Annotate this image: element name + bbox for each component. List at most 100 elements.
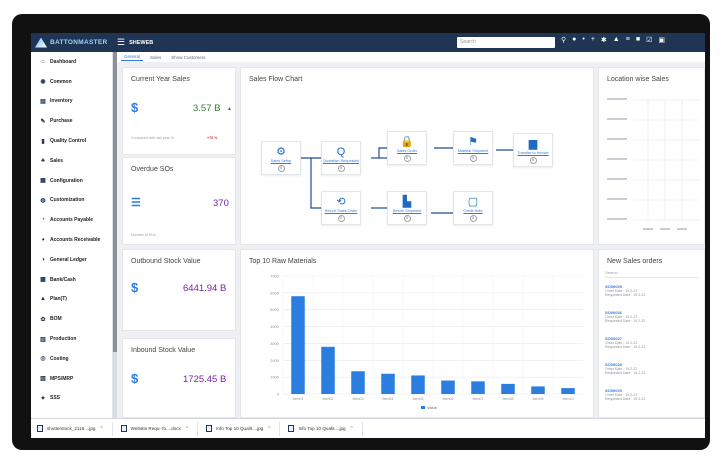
card-title: Top 10 Raw Materials xyxy=(249,258,317,265)
chevron-up-icon[interactable]: ⌃ xyxy=(185,426,189,432)
flow-node-credit-note[interactable]: ▢ Credit Note 0 xyxy=(453,191,493,225)
configuration-icon: ▦ xyxy=(40,178,46,185)
sidebar-item-accounts-payable[interactable]: ◔ Accounts Payable xyxy=(31,210,112,230)
sidebar-item-plan-t-[interactable]: ▲ Plan(T) xyxy=(31,290,112,310)
sidebar-item-configuration[interactable]: ▦ Configuration xyxy=(31,171,112,191)
flow-node-return-sales-order[interactable]: ⟲ Return Sales Order 0 xyxy=(321,191,361,225)
flow-node-label[interactable]: Sales Setup xyxy=(271,159,291,164)
flow-node-label[interactable]: Sales Order xyxy=(397,149,417,154)
sidebar-item-common[interactable]: ◉ Common xyxy=(31,72,112,92)
bank-icon: ▩ xyxy=(40,277,46,284)
home-icon: ⌂ xyxy=(41,58,45,65)
sidebar-item-purchase[interactable]: ✎ Purchase xyxy=(31,111,112,131)
sidebar-item-bank-cash[interactable]: ▩ Bank/Cash xyxy=(31,270,112,290)
chat-icon[interactable]: ■ xyxy=(636,36,640,44)
sidebar-item-sss[interactable]: ✦ SSS xyxy=(31,389,112,409)
sidebar-item-dashboard[interactable]: ⌂ Dashboard xyxy=(31,52,112,72)
sidebar-item-sales[interactable]: ♣ Sales xyxy=(31,151,112,171)
flow-node-label[interactable]: Credit Note xyxy=(463,209,482,214)
download-item[interactable]: Website Requ- fo....docx ⌃ xyxy=(120,421,199,436)
sidebar-item-customization[interactable]: ◍ Customization xyxy=(31,191,112,211)
save-icon[interactable]: ▣ xyxy=(658,36,665,44)
legend-swatch xyxy=(421,406,425,409)
list-item[interactable]: SO00025 Order Date : 19-2-22 Requested Dat… xyxy=(605,284,659,297)
tab-sales[interactable]: Sales xyxy=(147,54,164,61)
sidebar-item-label: Accounts Receivable xyxy=(50,237,101,244)
inbound-stock-card: Inbound Stock Value $ 1725.45 B xyxy=(122,338,236,418)
truck-icon: ▙ xyxy=(402,196,412,208)
sidebar-scrollbar[interactable] xyxy=(113,52,117,418)
dollar-icon: $ xyxy=(131,371,139,386)
flow-node-label[interactable]: Return Sales Order xyxy=(325,209,358,214)
sidebar-item-mps-mrp[interactable]: ▧ MPS/MRP xyxy=(31,369,112,389)
x-tick-label: Item10 xyxy=(563,397,574,401)
sidebar-item-general-ledger[interactable]: ◑ General Ledger xyxy=(31,250,112,270)
plus-icon[interactable]: + xyxy=(591,36,595,44)
sidebar-item-label: BOM xyxy=(50,316,62,323)
flow-node-sales-order[interactable]: 🔒 Sales Order 0 xyxy=(387,131,427,165)
chevron-up-icon[interactable]: ⌃ xyxy=(267,426,271,432)
quality-icon: ▮ xyxy=(41,138,45,145)
download-filename: Website Requ- fo....docx xyxy=(130,426,181,431)
globe-icon: ◉ xyxy=(40,79,46,86)
flow-node-transfer-to-invoice[interactable]: ▆ Transfer to Invoice 0 xyxy=(513,133,553,167)
orders-search-input[interactable]: Search xyxy=(605,270,699,278)
sidebar-item-label: Common xyxy=(50,78,72,85)
y-tick-label: 3000 xyxy=(270,341,280,346)
chevron-up-icon[interactable]: ⌃ xyxy=(99,426,103,432)
download-item[interactable]: shutterstock_2116....jpg ⌃ xyxy=(37,421,113,436)
sidebar-item-accounts-receivable[interactable]: ◕ Accounts Receivable xyxy=(31,230,112,250)
sidebar-item-bom[interactable]: ✿ BOM xyxy=(31,309,112,329)
flow-node-count: 0 xyxy=(337,214,345,222)
y-tick-label: 2000 xyxy=(270,358,280,363)
flow-node-material-shipment[interactable]: ⚑ Material Shipment 0 xyxy=(453,131,493,165)
new-sales-orders-card: New Sales orders Search SO00025 Order Dat… xyxy=(598,249,705,418)
dollar-icon: $ xyxy=(131,100,139,115)
flow-node-label[interactable]: Transfer to Invoice xyxy=(517,151,548,156)
card-title: Outbound Stock Value xyxy=(131,258,201,265)
bom-icon: ✿ xyxy=(40,316,46,323)
download-item[interactable]: Info Top 10 Qualit....jpg ⌃ xyxy=(288,421,363,436)
dot-icon[interactable]: • xyxy=(582,36,584,44)
customization-icon: ◍ xyxy=(40,197,46,204)
tab-general[interactable]: General xyxy=(121,53,144,61)
sidebar-item-label: Purchase xyxy=(50,118,73,125)
info-icon[interactable]: ● xyxy=(572,36,576,44)
sidebar-item-inventory[interactable]: ▤ Inventory xyxy=(31,92,112,112)
search-input[interactable]: Search xyxy=(457,37,555,48)
bar-item04 xyxy=(381,373,395,394)
menu-icon[interactable]: ☰ xyxy=(117,37,125,48)
tab-show-customers[interactable]: Show Customers xyxy=(168,54,208,61)
sidebar-item-label: MPS/MRP xyxy=(50,375,74,382)
chevron-up-icon[interactable]: ⌃ xyxy=(350,426,354,432)
outbound-stock-card: Outbound Stock Value $ 6441.94 B xyxy=(122,249,236,331)
list-item[interactable]: SO00027 Order Date : 19-2-22 Requested Dat… xyxy=(605,336,659,349)
check-icon[interactable]: ☑ xyxy=(646,36,652,44)
flow-node-sales-setup[interactable]: ⚙ Sales Setup 0 xyxy=(261,141,301,175)
download-item[interactable]: Info Top 10 Qualit....jpg ⌃ xyxy=(206,421,281,436)
list-item[interactable]: SO00028 Order Date : 19-2-22 Requested Dat… xyxy=(605,362,659,375)
flow-node-label[interactable]: Quotation Requested xyxy=(323,159,359,164)
sidebar-item-quality-control[interactable]: ▮ Quality Control xyxy=(31,131,112,151)
flow-node-return-shipment[interactable]: ▙ Return Shipment 0 xyxy=(387,191,427,225)
flow-node-label[interactable]: Return Shipment xyxy=(393,209,422,214)
app-logo[interactable]: BATTONMASTER xyxy=(31,33,109,52)
y-tick-label: 4000 xyxy=(270,324,280,329)
list-item[interactable]: SO00026 Order Date : 19-2-22 Requested Dat… xyxy=(605,310,659,323)
gear-icon[interactable]: ✱ xyxy=(601,36,607,44)
return-icon: ⟲ xyxy=(336,196,346,208)
requested-date: Requested Date : 19-2-22 xyxy=(605,293,646,298)
scrollbar-thumb[interactable] xyxy=(113,52,117,352)
logo-text: BATTONMASTER xyxy=(50,39,108,46)
alert-icon[interactable]: ▲ xyxy=(613,36,620,44)
bar-item07 xyxy=(471,381,485,394)
pin-icon[interactable]: ⚲ xyxy=(561,36,566,44)
sidebar-item-production[interactable]: ▥ Production xyxy=(31,329,112,349)
sidebar-item-costing[interactable]: ◎ Costing xyxy=(31,349,112,369)
list-item[interactable]: SO00029 Order Date : 19-2-22 Requested Dat… xyxy=(605,388,659,401)
y-tick-label: 0 xyxy=(277,392,280,397)
flow-node-quotation-requested[interactable]: Q Quotation Requested 0 xyxy=(321,141,361,175)
grid-icon[interactable]: ≡ xyxy=(626,36,630,44)
flow-node-label[interactable]: Material Shipment xyxy=(458,149,489,154)
sidebar-item-label: Accounts Payable xyxy=(50,217,94,224)
